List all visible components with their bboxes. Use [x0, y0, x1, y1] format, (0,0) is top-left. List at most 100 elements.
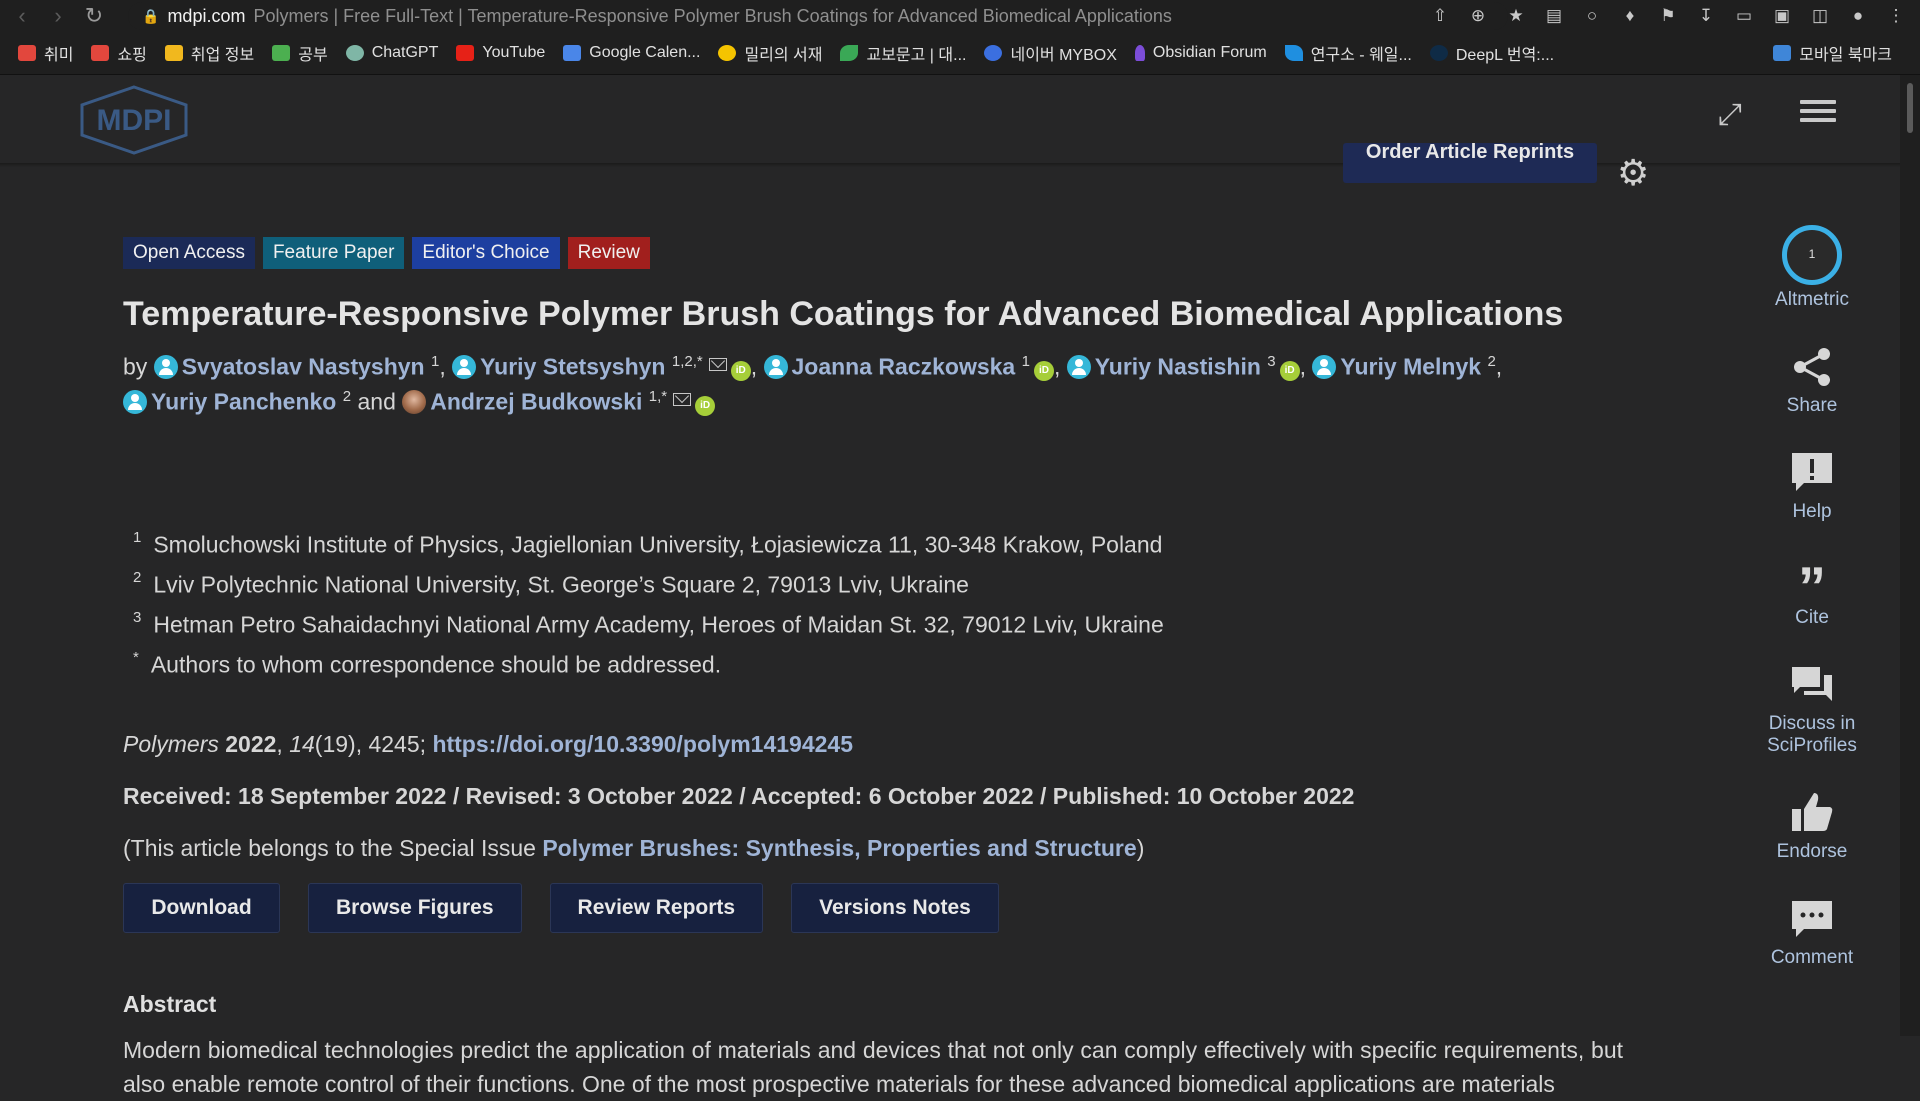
- share-label: Share: [1786, 395, 1838, 416]
- cast-icon[interactable]: ▭: [1732, 4, 1756, 28]
- orcid-icon[interactable]: iD: [695, 395, 716, 416]
- journal-name: Polymers: [123, 731, 219, 757]
- email-icon[interactable]: [673, 392, 692, 406]
- reload-icon[interactable]: ↻: [80, 2, 108, 30]
- help-label: Help: [1792, 501, 1832, 522]
- profile-avatar-icon[interactable]: ●: [1846, 4, 1870, 28]
- sidebar-toggle-icon[interactable]: ◫: [1808, 4, 1832, 28]
- screenshot-icon[interactable]: ▣: [1770, 4, 1794, 28]
- author-link[interactable]: Yuriy Stetsyshyn: [480, 354, 665, 380]
- bookmark-item[interactable]: 공부: [272, 41, 328, 65]
- person-icon: [1312, 354, 1337, 379]
- author-link[interactable]: Svyatoslav Nastyshyn: [182, 354, 425, 380]
- vertical-scrollbar[interactable]: [1900, 75, 1920, 1036]
- browser-actions: ⇧ ⊕ ★ ▤ ○ ♦ ⚑ ↧ ▭ ▣ ◫ ● ⋮: [1428, 4, 1908, 28]
- author-link[interactable]: Joanna Raczkowska: [792, 354, 1016, 380]
- affiliation-text: Authors to whom correspondence should be…: [150, 651, 722, 678]
- more-menu-icon[interactable]: ⋮: [1884, 4, 1908, 28]
- extension-icon[interactable]: ○: [1580, 4, 1604, 28]
- puzzle-icon[interactable]: ♦: [1618, 4, 1642, 28]
- folder-icon: [164, 45, 183, 61]
- bookmark-item[interactable]: 취업 정보: [164, 41, 255, 65]
- person-icon: [123, 389, 147, 414]
- forward-icon[interactable]: ›: [44, 2, 72, 30]
- email-icon[interactable]: [708, 357, 727, 371]
- fullscreen-icon[interactable]: ⤢: [1710, 95, 1750, 135]
- folder-icon: [18, 45, 36, 61]
- citation-year: 2022: [225, 731, 277, 757]
- bookmark-item[interactable]: 연구소 - 웨일...: [1284, 41, 1412, 65]
- bookmark-item[interactable]: Obsidian Forum: [1134, 44, 1267, 62]
- download-button[interactable]: Download: [123, 883, 280, 933]
- comment-button[interactable]: Comment: [1760, 897, 1864, 969]
- author-list-continued: Yuriy Panchenko 2 and Andrzej Budkowski …: [123, 388, 716, 416]
- author-link[interactable]: Yuriy Panchenko: [151, 389, 336, 415]
- person-icon: [763, 354, 788, 379]
- doi-link[interactable]: https://doi.org/10.3390/polym14194245: [432, 731, 853, 757]
- person-icon: [452, 354, 477, 379]
- orcid-icon[interactable]: iD: [1279, 360, 1300, 381]
- share-page-icon[interactable]: ⇧: [1428, 4, 1452, 28]
- affiliation-text: Smoluchowski Institute of Physics, Jagie…: [153, 531, 1163, 558]
- bookmark-label: DeepL 번역:...: [1455, 47, 1555, 64]
- review-reports-button[interactable]: Review Reports: [549, 883, 764, 933]
- citation-line: Polymers 2022, 14(19), 4245; https://doi…: [123, 731, 853, 757]
- bookmark-item[interactable]: ChatGPT: [345, 44, 438, 62]
- altmetric-icon: [1782, 225, 1842, 285]
- author-link[interactable]: Yuriy Melnyk: [1340, 354, 1481, 380]
- affiliation-item: 3 Hetman Petro Sahaidachnyi National Army…: [133, 609, 1164, 639]
- bookmark-item[interactable]: 네이버 MYBOX: [984, 41, 1117, 65]
- help-button[interactable]: Help: [1760, 451, 1864, 523]
- author-link[interactable]: Yuriy Nastishin: [1095, 354, 1261, 380]
- favorites-icon[interactable]: ★: [1504, 4, 1528, 28]
- bookmark-item[interactable]: 취미: [18, 41, 73, 65]
- whale-icon: [1284, 45, 1303, 61]
- hamburger-menu-icon[interactable]: [1800, 95, 1836, 131]
- review-badge: Review: [567, 237, 650, 269]
- cite-button[interactable]: ” Cite: [1760, 557, 1864, 629]
- bookmark-item[interactable]: YouTube: [456, 44, 545, 62]
- versions-notes-button[interactable]: Versions Notes: [791, 883, 999, 933]
- orcid-icon[interactable]: iD: [730, 360, 751, 381]
- orcid-icon[interactable]: iD: [1033, 360, 1054, 381]
- share-icon: [1790, 345, 1834, 389]
- zoom-icon[interactable]: ⊕: [1466, 4, 1490, 28]
- author-link[interactable]: Andrzej Budkowski: [430, 389, 642, 415]
- browse-figures-button[interactable]: Browse Figures: [308, 883, 522, 933]
- svg-text:MDPI: MDPI: [97, 104, 172, 137]
- special-issue-prefix: (This article belongs to the Special Iss…: [123, 835, 536, 861]
- obsidian-icon: [1134, 45, 1145, 61]
- flag-icon[interactable]: ⚑: [1656, 4, 1680, 28]
- bookmark-item[interactable]: 교보문고 | 대...: [840, 41, 966, 65]
- endorse-button[interactable]: Endorse: [1760, 791, 1864, 863]
- header-divider: [0, 163, 1900, 167]
- back-icon[interactable]: ‹: [8, 2, 36, 30]
- bookmark-item[interactable]: Google Calen...: [563, 44, 700, 62]
- reader-icon[interactable]: ▤: [1542, 4, 1566, 28]
- special-issue-link[interactable]: Polymer Brushes: Synthesis, Properties a…: [542, 835, 1136, 861]
- bookmark-label: Obsidian Forum: [1152, 44, 1267, 61]
- folder-icon: [272, 45, 291, 61]
- gear-icon[interactable]: ⚙: [1617, 155, 1653, 191]
- bookmark-item[interactable]: 쇼핑: [91, 41, 147, 65]
- by-label: by: [123, 353, 148, 380]
- bookmark-item[interactable]: DeepL 번역:...: [1429, 41, 1555, 65]
- bookmark-item[interactable]: 밀리의 서재: [718, 41, 822, 65]
- address-bar[interactable]: 🔒 mdpi.com Polymers | Free Full-Text | T…: [128, 2, 1508, 30]
- affiliation-item: 1 Smoluchowski Institute of Physics, Jagi…: [133, 529, 1163, 559]
- share-button[interactable]: Share: [1760, 345, 1864, 417]
- author-photo-icon: [402, 389, 427, 414]
- scrollbar-thumb[interactable]: [1907, 83, 1913, 133]
- altmetric-button[interactable]: Altmetric: [1760, 225, 1864, 311]
- article-sidebar: Altmetric Share Help ” Cite Discuss in S…: [1760, 225, 1864, 1003]
- discuss-button[interactable]: Discuss in SciProfiles: [1760, 663, 1864, 757]
- cite-label: Cite: [1795, 607, 1829, 628]
- mdpi-logo[interactable]: MDPI: [78, 85, 190, 155]
- author-affiliation-marker: 2: [342, 388, 352, 405]
- site-header: MDPI ⤢: [0, 75, 1900, 165]
- mobile-bookmarks-folder[interactable]: 모바일 북마크: [1773, 32, 1892, 74]
- order-reprints-button[interactable]: Order Article Reprints: [1343, 143, 1597, 183]
- bookmark-label: 취업 정보: [190, 47, 255, 64]
- download-icon[interactable]: ↧: [1694, 4, 1718, 28]
- article-badges: Open Access Feature Paper Editor's Choic…: [123, 237, 650, 269]
